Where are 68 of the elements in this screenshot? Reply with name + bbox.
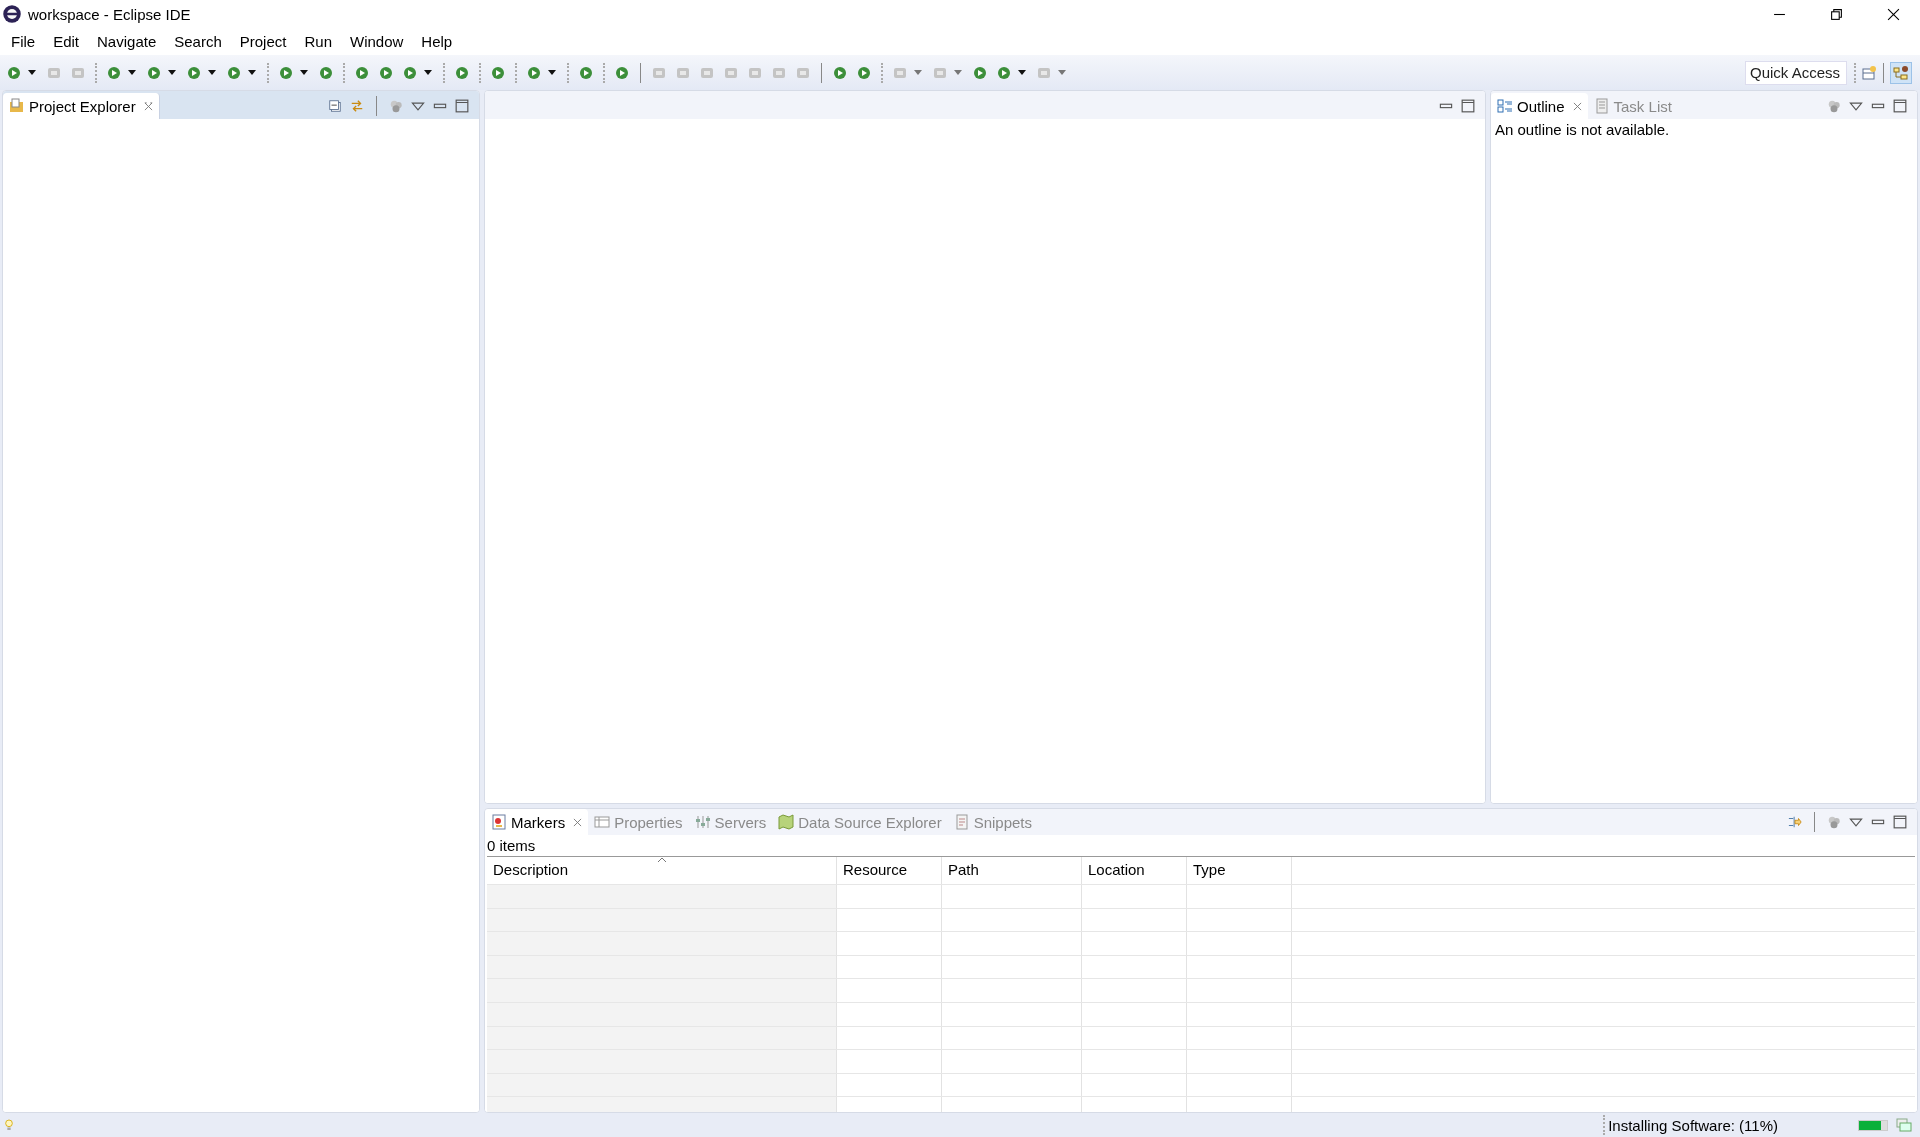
dropdown-caret-icon[interactable] (128, 70, 136, 75)
table-icon (594, 814, 611, 830)
close-icon[interactable] (1887, 7, 1900, 21)
view-menu-icon[interactable] (1849, 101, 1863, 111)
dropdown-caret-icon[interactable] (248, 70, 256, 75)
markers-icon (491, 814, 507, 830)
filter-icon[interactable] (389, 99, 403, 113)
minimize-icon[interactable] (1439, 101, 1453, 111)
menu-item[interactable]: Navigate (88, 33, 166, 50)
maximize-icon[interactable] (1893, 815, 1907, 829)
filter-icon[interactable] (1827, 99, 1841, 113)
menu-item[interactable]: File (2, 33, 45, 50)
sort-caret-icon (657, 857, 667, 863)
view-menu-icon[interactable] (411, 101, 425, 111)
tab-label: Markers (511, 813, 566, 831)
menu-item[interactable]: Edit (44, 33, 89, 50)
minimize-icon[interactable] (1871, 101, 1885, 111)
perspective-icon[interactable] (1890, 61, 1912, 84)
quick-access-field[interactable]: Quick Access (1745, 60, 1847, 85)
minimize-icon[interactable] (1871, 817, 1885, 827)
view-tab[interactable]: Project Explorer (3, 93, 160, 119)
dropdown-caret-icon[interactable] (548, 70, 556, 75)
map-icon (778, 814, 795, 830)
dropdown-caret-icon[interactable] (28, 70, 36, 75)
column-header[interactable]: Resource (837, 857, 942, 884)
link-arrows-icon[interactable] (350, 99, 364, 113)
run-icon[interactable] (146, 64, 162, 81)
view-tab[interactable]: Outline (1491, 93, 1588, 119)
collapse-all-icon[interactable] (328, 99, 342, 113)
menu-item[interactable]: Project (230, 33, 296, 50)
tab-label: Data Source Explorer (798, 813, 942, 831)
column-header[interactable]: Description (487, 857, 837, 884)
status-text: Installing Software: (11%) (1608, 1116, 1778, 1134)
maximize-icon[interactable] (455, 99, 469, 113)
dropdown-caret-icon[interactable] (300, 70, 308, 75)
restore-icon[interactable] (1830, 7, 1843, 21)
column-header[interactable]: Location (1082, 857, 1187, 884)
tab-label: Project Explorer (29, 97, 136, 115)
tab-label: Task List (1613, 97, 1672, 115)
dropdown-caret-icon[interactable] (208, 70, 216, 75)
dropdown-caret-icon[interactable] (1018, 70, 1026, 75)
focus-arrow-icon[interactable] (1788, 815, 1802, 829)
column-header[interactable]: Type (1187, 857, 1292, 884)
tab-label: Snippets (973, 813, 1032, 831)
snippets-icon (953, 814, 970, 830)
tab-label: Servers (714, 813, 767, 831)
lightbulb-icon (4, 1118, 14, 1132)
maximize-icon[interactable] (1461, 99, 1475, 113)
view-menu-icon[interactable] (1849, 817, 1863, 827)
menu-item[interactable]: Run (295, 33, 341, 50)
window-title: workspace - Eclipse IDE (28, 5, 191, 23)
tab-label: Properties (614, 813, 683, 831)
menu-item[interactable]: Help (412, 33, 462, 50)
task-list-icon (1593, 98, 1610, 114)
item-count: 0 items (487, 836, 537, 856)
view-tab[interactable]: Markers (485, 809, 589, 835)
outline-icon (1497, 98, 1513, 114)
outline-message: An outline is not available. (1495, 121, 1671, 138)
dropdown-caret-icon[interactable] (424, 70, 432, 75)
servers-icon (694, 814, 711, 830)
dropdown-caret-icon[interactable] (168, 70, 176, 75)
column-header[interactable]: Path (942, 857, 1082, 884)
menu-item[interactable]: Window (341, 33, 413, 50)
tab-label: Outline (1517, 97, 1565, 115)
menu-item[interactable]: Search (165, 33, 231, 50)
open-perspective-icon[interactable] (1861, 64, 1877, 81)
maximize-icon[interactable] (1893, 99, 1907, 113)
filter-icon[interactable] (1827, 815, 1841, 829)
